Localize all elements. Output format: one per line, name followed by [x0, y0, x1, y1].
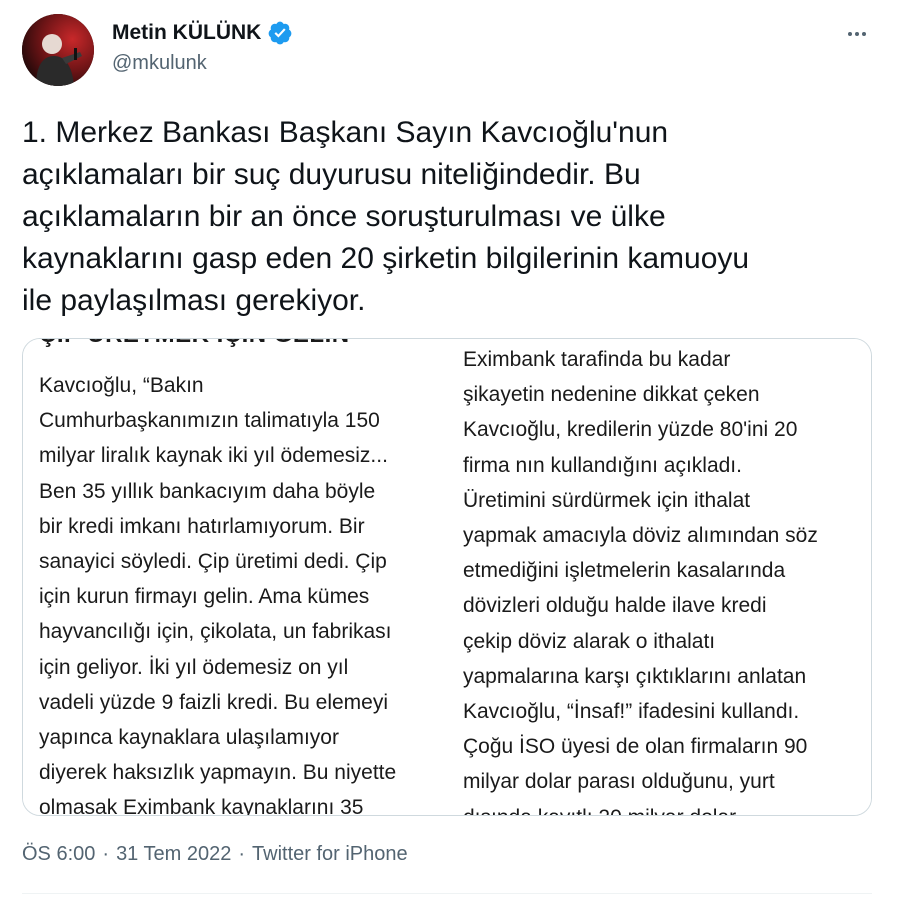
more-horizontal-icon[interactable]	[842, 22, 872, 46]
tweet-date[interactable]: 31 Tem 2022	[116, 843, 231, 866]
article-line: vadeli yüzde 9 faizli kredi. Bu elemeyi	[39, 690, 389, 714]
meta-separator: ·	[102, 843, 110, 865]
article-text-left: Kavcıoğlu, “Bakın Cumhurbaşkanımızın tal…	[39, 368, 437, 815]
article-line: Çoğu İSO üyesi de olan firmaların 90	[463, 735, 808, 759]
tweet-line: 1. Merkez Bankası Başkanı Sayın Kavcıoğl…	[22, 116, 669, 149]
article-line: Üretimini sürdürmek için ithalat	[463, 488, 751, 512]
article-line: yapmalarına karşı çıktıklarını anlatan	[463, 664, 807, 688]
article-line: çekip döviz alarak o ithalatı	[463, 629, 716, 653]
article-line: Kavcıoğlu, kredilerin yüzde 80'ini 20	[463, 418, 798, 442]
divider	[22, 893, 872, 894]
tweet-line: ile paylaşılması gerekiyor.	[22, 284, 366, 317]
avatar-image	[22, 14, 94, 86]
tweet-line: kaynaklarını gasp eden 20 şirketin bilgi…	[22, 242, 750, 275]
tweet-line: açıklamaları bir suç duyurusu niteliğind…	[22, 158, 641, 191]
tweet-source[interactable]: Twitter for iPhone	[252, 843, 408, 866]
tweet-media[interactable]: ÇİP ÜRETMEK İÇİN GELİN Kavcıoğlu, “Bakın…	[22, 338, 872, 816]
more-dot	[848, 32, 852, 36]
article-line: yapmak amacıyla döviz alımından söz	[463, 524, 818, 548]
article-line: Ben 35 yıllık bankacıyım daha böyle	[39, 479, 376, 503]
article-line: Kavcıoğlu, “İnsaf!” ifadesini kullandı.	[463, 700, 800, 724]
article-line: etmediğini işletmelerin kasalarında	[463, 559, 786, 583]
article-line: şikayetin nedenine dikkat çeken	[463, 383, 760, 407]
article-line: yapınca kaynaklara ulaşılamıyor	[39, 726, 339, 750]
article-line: bir kredi imkanı hatırlamıyorum. Bir	[39, 514, 365, 538]
avatar[interactable]	[22, 14, 94, 86]
tweet-text: 1. Merkez Bankası Başkanı Sayın Kavcıoğl…	[22, 112, 872, 322]
article-line: milyar liralık kaynak iki yıl ödemesiz..…	[39, 444, 388, 468]
article-line: için kurun firmayı gelin. Ama kümes	[39, 585, 370, 609]
author-handle[interactable]: @mkulunk	[112, 52, 207, 75]
author-name-row[interactable]: Metin KÜLÜNK	[112, 20, 293, 46]
media-image-left[interactable]: ÇİP ÜRETMEK İÇİN GELİN Kavcıoğlu, “Bakın…	[23, 339, 445, 815]
article-heading: ÇİP ÜRETMEK İÇİN GELİN	[39, 339, 350, 349]
article-line: olmasak Eximbank kaynaklarını 35	[39, 796, 364, 815]
article-line: milyar dolar parası olduğunu, yurt	[463, 770, 775, 794]
tweet-time[interactable]: ÖS 6:00	[22, 843, 95, 866]
more-dot	[862, 32, 866, 36]
article-line: Cumhurbaşkanımızın talimatıyla 150	[39, 409, 380, 433]
article-line: için geliyor. İki yıl ödemesiz on yıl	[39, 655, 349, 679]
article-line: Eximbank tarafinda bu kadar	[463, 348, 731, 371]
tweet-line: açıklamaların bir an önce soruşturulması…	[22, 200, 666, 233]
meta-separator: ·	[238, 843, 246, 865]
article-line: sanayici söyledi. Çip üretimi dedi. Çip	[39, 550, 387, 574]
article-line: diyerek haksızlık yapmayın. Bu niyette	[39, 761, 397, 785]
tweet-meta: ÖS 6:00 · 31 Tem 2022 · Twitter for iPho…	[22, 843, 408, 866]
more-dot	[855, 32, 859, 36]
article-line: hayvancılığı için, çikolata, un fabrikas…	[39, 620, 392, 644]
article-line: Kavcıoğlu, “Bakın	[39, 374, 204, 397]
author-name[interactable]: Metin KÜLÜNK	[112, 21, 261, 45]
media-image-right[interactable]: Eximbank tarafinda bu kadar şikayetin ne…	[447, 339, 871, 815]
article-text-right: Eximbank tarafinda bu kadar şikayetin ne…	[463, 342, 863, 815]
article-line: firma nın kullandığını açıkladı.	[463, 453, 742, 477]
article-line: dışında kayıtlı 20 milyar dolar	[463, 800, 863, 815]
article-line: dövizleri olduğu halde ilave kredi	[463, 594, 767, 618]
verified-badge-icon	[267, 20, 293, 46]
